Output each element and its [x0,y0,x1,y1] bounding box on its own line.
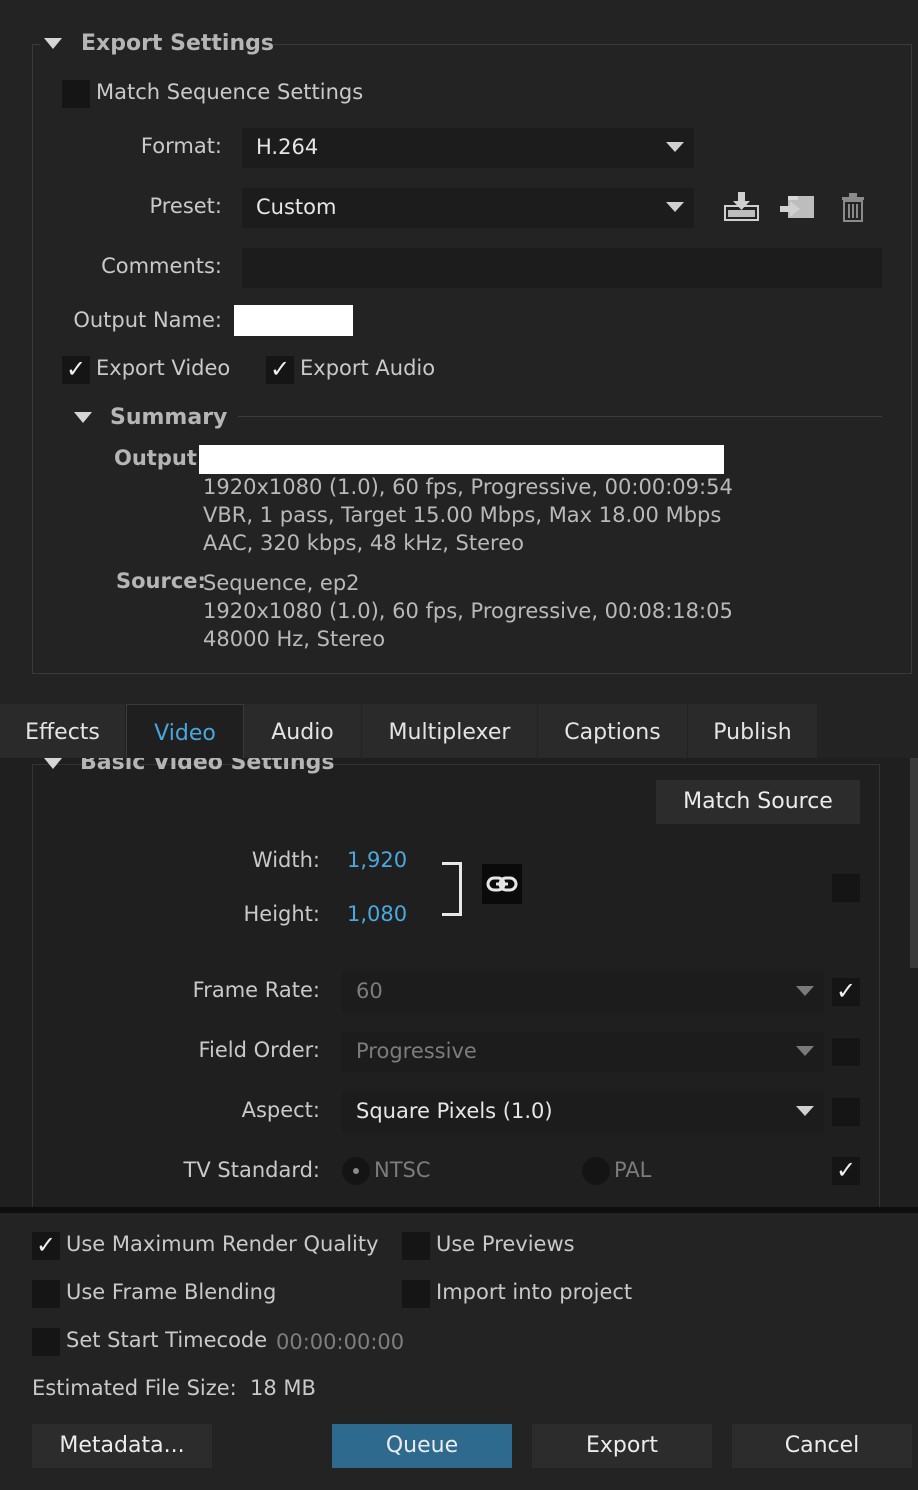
max-render-quality-checkbox[interactable]: ✓ [32,1231,60,1260]
field-order-dropdown[interactable]: Progressive [342,1032,824,1072]
frame-blending-checkbox[interactable] [32,1280,60,1308]
source-summary-line-3: 48000 Hz, Stereo [203,627,386,651]
source-summary-label: Source: [116,569,206,593]
use-previews-label: Use Previews [436,1232,575,1256]
width-label: Width: [251,848,320,872]
format-dropdown[interactable]: H.264 [242,128,694,168]
export-settings-title: Export Settings [81,31,274,56]
match-sequence-label: Match Sequence Settings [96,80,364,104]
tab-captions[interactable]: Captions [538,704,688,758]
pal-label: PAL [614,1158,652,1182]
output-name-field[interactable] [234,305,353,336]
source-summary-line-2: 1920x1080 (1.0), 60 fps, Progressive, 00… [203,599,733,623]
source-summary-line-1: Sequence, ep2 [203,571,360,595]
comments-input[interactable] [242,248,882,288]
checkmark-icon: ✓ [36,1231,57,1259]
width-height-override-checkbox[interactable] [832,874,860,902]
frame-blending-label: Use Frame Blending [66,1280,277,1304]
save-preset-icon[interactable] [724,190,760,222]
tv-standard-label: TV Standard: [183,1158,320,1182]
aspect-dropdown[interactable]: Square Pixels (1.0) [342,1092,824,1132]
dimension-bracket [442,862,462,916]
export-audio-checkbox[interactable]: ✓ [266,355,294,384]
export-audio-label: Export Audio [300,356,436,380]
export-video-checkbox[interactable]: ✓ [62,355,90,384]
chevron-down-icon [796,986,814,996]
start-timecode-value[interactable]: 00:00:00:00 [276,1330,404,1354]
preset-value: Custom [256,195,337,219]
width-value[interactable]: 1,920 [347,848,407,872]
collapse-export-settings-icon[interactable] [44,38,62,49]
preset-dropdown[interactable]: Custom [242,188,694,228]
match-source-button[interactable]: Match Source [656,780,860,824]
cancel-button[interactable]: Cancel [732,1424,912,1468]
chevron-down-icon [666,202,684,212]
height-value[interactable]: 1,080 [347,902,407,926]
ntsc-label: NTSC [374,1158,431,1182]
tab-multiplexer[interactable]: Multiplexer [362,704,538,758]
field-order-value: Progressive [356,1039,477,1063]
summary-title: Summary [110,405,228,430]
aspect-override-checkbox[interactable] [832,1098,860,1126]
collapse-basic-video-icon[interactable] [44,758,62,769]
format-label: Format: [140,134,222,158]
export-settings-header-line [262,44,912,45]
chain-link-icon [486,876,518,892]
export-settings-header-line-left [32,44,40,45]
frame-rate-override-checkbox[interactable]: ✓ [832,977,860,1006]
export-button[interactable]: Export [532,1424,712,1468]
collapse-summary-icon[interactable] [74,412,92,423]
delete-preset-icon[interactable] [840,192,866,222]
estimated-file-size-value: 18 MB [250,1376,316,1400]
export-video-label: Export Video [96,356,231,380]
checkmark-icon: ✓ [836,1156,857,1184]
output-summary-line-2: VBR, 1 pass, Target 15.00 Mbps, Max 18.0… [203,503,722,527]
frame-rate-label: Frame Rate: [192,978,320,1002]
chevron-down-icon [666,142,684,152]
format-value: H.264 [256,135,319,159]
tab-effects[interactable]: Effects [0,704,126,758]
checkmark-icon: ✓ [66,355,87,383]
tv-standard-override-checkbox[interactable]: ✓ [832,1156,860,1185]
aspect-label: Aspect: [241,1098,320,1122]
metadata-button[interactable]: Metadata... [32,1424,212,1468]
tab-video[interactable]: Video [126,704,244,758]
frame-rate-dropdown[interactable]: 60 [342,972,824,1012]
checkmark-icon: ✓ [270,355,291,383]
aspect-value: Square Pixels (1.0) [356,1099,553,1123]
ntsc-radio[interactable] [342,1157,370,1185]
output-path-field [199,445,724,474]
comments-label: Comments: [101,254,222,278]
output-summary-line-3: AAC, 320 kbps, 48 kHz, Stereo [203,531,524,555]
summary-divider [238,416,882,417]
output-summary-label: Output: [114,446,206,470]
import-into-project-checkbox[interactable] [402,1280,430,1308]
import-preset-icon[interactable] [780,192,816,224]
max-render-quality-label: Use Maximum Render Quality [66,1232,379,1256]
import-into-project-label: Import into project [436,1280,633,1304]
height-label: Height: [243,902,321,926]
radio-dot-icon [353,1168,359,1174]
tab-audio[interactable]: Audio [244,704,362,758]
output-name-label: Output Name: [73,308,222,332]
start-timecode-label: Set Start Timecode [66,1328,268,1352]
field-order-override-checkbox[interactable] [832,1038,860,1066]
estimated-file-size-label: Estimated File Size: [32,1376,237,1400]
chevron-down-icon [796,1046,814,1056]
chevron-down-icon [796,1106,814,1116]
start-timecode-checkbox[interactable] [32,1328,60,1356]
queue-button[interactable]: Queue [332,1424,512,1468]
use-previews-checkbox[interactable] [402,1232,430,1260]
field-order-label: Field Order: [198,1038,320,1062]
basic-video-settings-title: Basic Video Settings [80,758,335,775]
link-dimensions-button[interactable] [482,864,522,904]
frame-rate-value: 60 [356,979,383,1003]
output-summary-line-1: 1920x1080 (1.0), 60 fps, Progressive, 00… [203,475,733,499]
pal-radio[interactable] [582,1157,610,1185]
scrollbar[interactable] [910,758,918,968]
checkmark-icon: ✓ [836,977,857,1005]
tab-publish[interactable]: Publish [688,704,818,758]
match-sequence-checkbox[interactable] [62,80,90,108]
preset-label: Preset: [149,194,222,218]
